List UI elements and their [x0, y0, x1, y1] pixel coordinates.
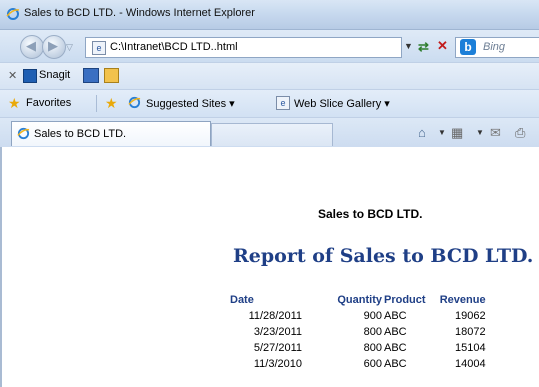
page-heading: Sales to BCD LTD. — [318, 207, 423, 221]
date-cell: 5/27/2011 — [253, 342, 302, 354]
tab-label: Sales to BCD LTD. — [34, 128, 127, 140]
navigation-bar: ◀ ▶ ▽ e C:\Intranet\BCD LTD..html ▼ ⇄ ✕ … — [0, 30, 539, 62]
product-cell: ABC — [384, 342, 407, 354]
ie-logo-icon — [6, 8, 20, 20]
quantity-cell: 800 — [363, 342, 382, 354]
product-cell: ABC — [384, 358, 407, 370]
date-cell: 11/28/2011 — [248, 310, 302, 322]
new-tab-button[interactable] — [211, 123, 333, 146]
ie-icon — [17, 127, 30, 140]
forward-arrow-icon: ▶ — [48, 38, 58, 53]
print-icon[interactable]: ⎙ — [515, 125, 525, 141]
sales-table: Date Quantity Product Revenue 11/28/2011… — [230, 292, 486, 372]
date-cell: 3/23/2011 — [253, 326, 302, 338]
column-header-quantity: Quantity — [337, 294, 382, 306]
address-url[interactable]: C:\Intranet\BCD LTD..html — [110, 41, 238, 53]
divider — [96, 95, 97, 112]
column-header-product: Product — [384, 294, 426, 306]
search-engine-label: Bing — [483, 41, 506, 53]
table-row: 3/23/2011 800 ABC 18072 — [230, 324, 486, 340]
back-button[interactable]: ◀ — [20, 35, 44, 59]
address-bar[interactable]: e C:\Intranet\BCD LTD..html — [85, 37, 402, 58]
home-dropdown-icon[interactable]: ▼ — [438, 128, 446, 137]
suggested-sites-link[interactable]: Suggested Sites ▾ — [146, 97, 235, 110]
address-dropdown-icon[interactable]: ▼ — [404, 41, 413, 51]
table-row: 5/27/2011 800 ABC 15104 — [230, 340, 486, 356]
add-to-favorites-icon[interactable]: ★ — [105, 95, 118, 112]
recent-pages-dropdown-icon[interactable]: ▽ — [66, 42, 73, 53]
refresh-icon[interactable]: ⇄ — [418, 39, 429, 55]
revenue-cell: 15104 — [454, 342, 486, 354]
favorites-star-icon[interactable]: ★ — [8, 95, 21, 112]
date-cell: 11/3/2010 — [253, 358, 302, 370]
quantity-cell: 900 — [363, 310, 382, 322]
report-title: Report of Sales to BCD LTD. — [233, 245, 534, 267]
favorites-bar: ★ Favorites ★ Suggested Sites ▾ e Web Sl… — [0, 89, 539, 117]
table-row: 11/3/2010 600 ABC 14004 — [230, 356, 486, 372]
revenue-cell: 19062 — [454, 310, 486, 322]
snagit-button-label[interactable]: Snagit — [39, 69, 70, 81]
page-content: Sales to BCD LTD. Report of Sales to BCD… — [0, 147, 539, 387]
window-title: Sales to BCD LTD. - Windows Internet Exp… — [24, 7, 255, 19]
page-icon: e — [92, 41, 106, 55]
revenue-cell: 18072 — [454, 326, 486, 338]
tab-sales-to-bcd[interactable]: Sales to BCD LTD. — [11, 121, 211, 146]
snagit-capture-icon[interactable] — [83, 68, 99, 83]
table-row: 11/28/2011 900 ABC 19062 — [230, 308, 486, 324]
bing-icon: b — [460, 39, 476, 55]
quantity-cell: 600 — [363, 358, 382, 370]
snagit-editor-icon[interactable] — [104, 68, 119, 83]
mail-icon[interactable]: ✉ — [490, 125, 501, 141]
snagit-icon[interactable] — [23, 69, 37, 83]
quantity-cell: 800 — [363, 326, 382, 338]
feeds-icon[interactable]: ▦ — [451, 125, 463, 141]
product-cell: ABC — [384, 310, 407, 322]
column-header-revenue: Revenue — [439, 294, 486, 306]
stop-icon[interactable]: ✕ — [437, 38, 448, 54]
title-bar: Sales to BCD LTD. - Windows Internet Exp… — [0, 0, 539, 30]
home-icon[interactable]: ⌂ — [418, 125, 426, 140]
page-icon: e — [276, 96, 290, 110]
forward-button[interactable]: ▶ — [42, 35, 66, 59]
ie-icon — [128, 96, 141, 109]
search-box[interactable]: b Bing — [455, 37, 539, 58]
tab-bar: Sales to BCD LTD. ⌂ ▼ ▦ ▼ ✉ ⎙ — [0, 117, 539, 148]
feeds-dropdown-icon[interactable]: ▼ — [476, 128, 484, 137]
column-header-date: Date — [230, 294, 254, 306]
product-cell: ABC — [384, 326, 407, 338]
favorites-button[interactable]: Favorites — [26, 97, 71, 109]
revenue-cell: 14004 — [454, 358, 486, 370]
table-header-row: Date Quantity Product Revenue — [230, 292, 486, 308]
web-slice-gallery-link[interactable]: Web Slice Gallery ▾ — [294, 97, 390, 110]
snagit-toolbar: ✕ Snagit — [0, 62, 539, 89]
close-toolbar-icon[interactable]: ✕ — [8, 69, 17, 82]
back-arrow-icon: ◀ — [26, 38, 36, 53]
